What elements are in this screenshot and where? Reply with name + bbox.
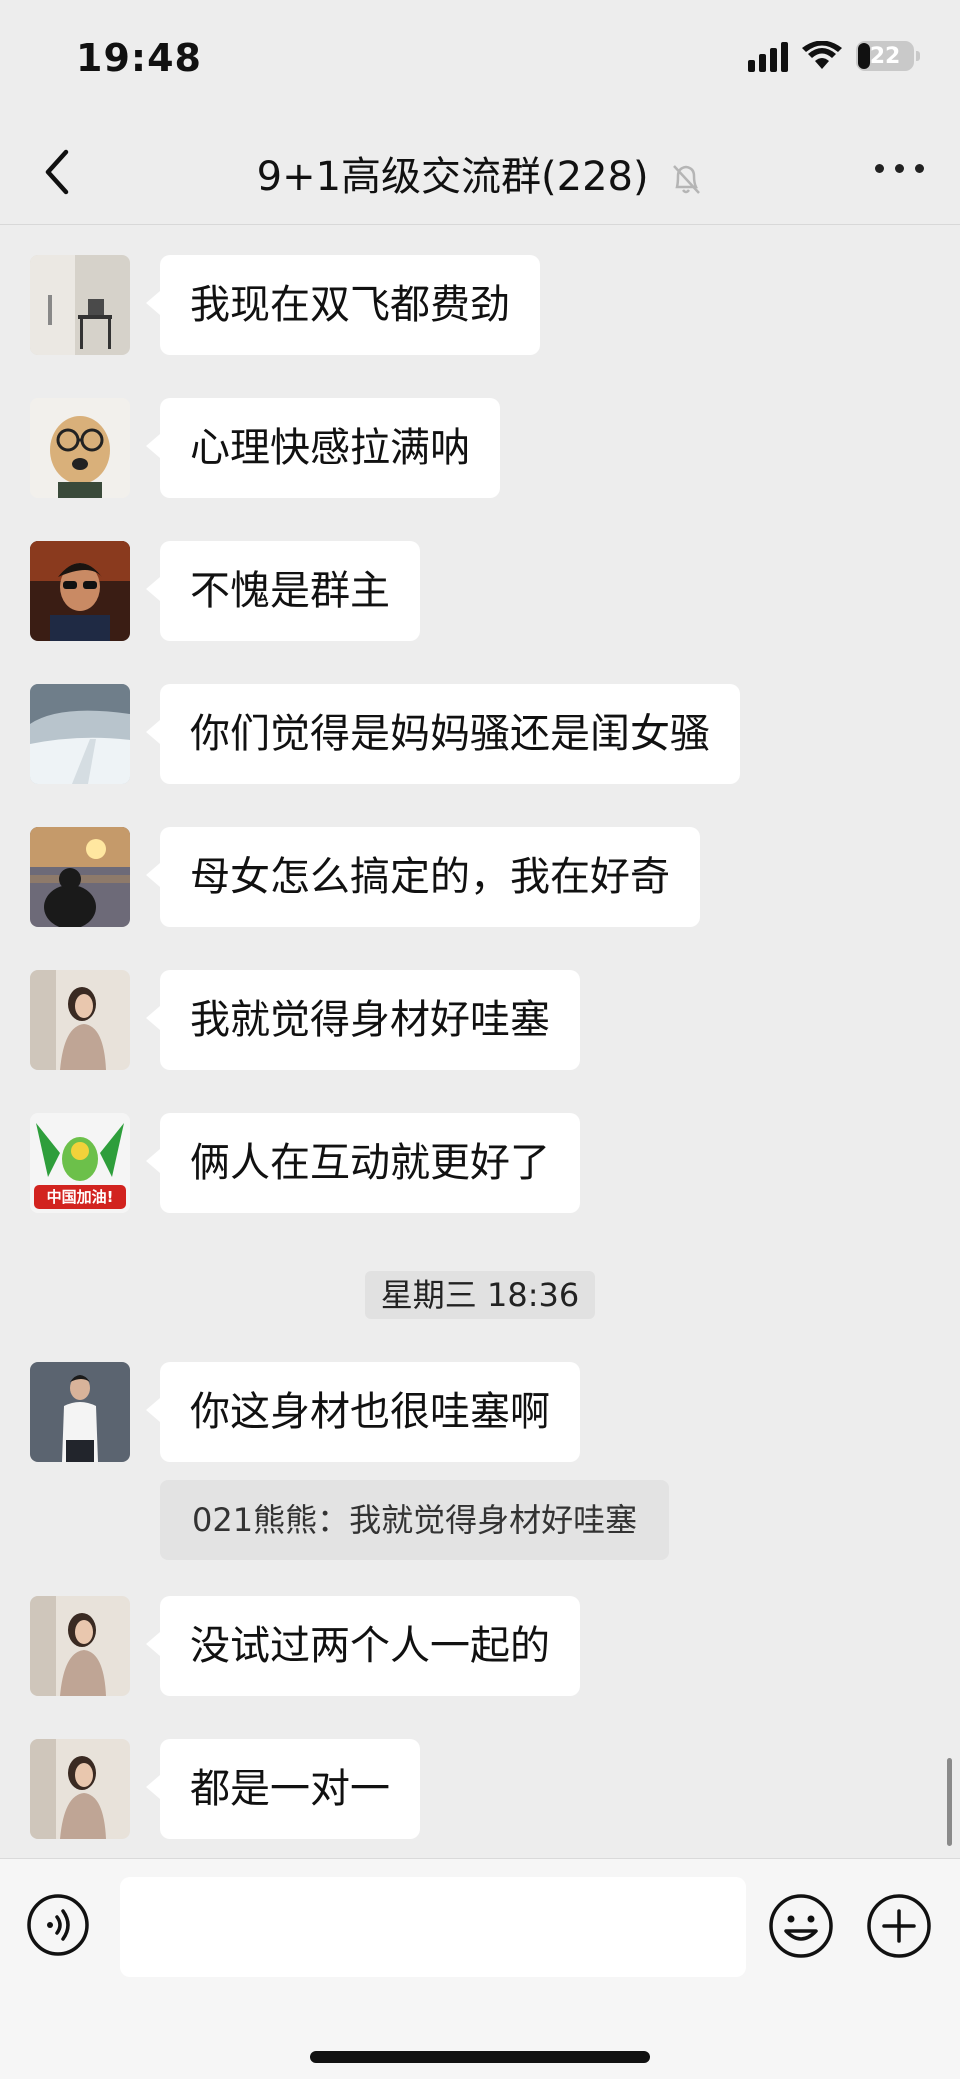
voice-icon xyxy=(27,1894,89,1956)
avatar[interactable] xyxy=(30,398,130,498)
avatar[interactable]: 中国加油! xyxy=(30,1113,130,1213)
time-divider: 星期三 18:36 xyxy=(0,1271,960,1319)
message-bubble[interactable]: 都是一对一 xyxy=(146,1739,420,1839)
message-bubble[interactable]: 我现在双飞都费劲 xyxy=(146,255,540,355)
china-cheer-avatar: 中国加油! xyxy=(30,1113,130,1213)
quoted-reply[interactable]: 021熊熊：我就觉得身材好哇塞 xyxy=(160,1480,670,1560)
more-dot xyxy=(895,164,904,173)
emoji-button[interactable] xyxy=(768,1893,834,1959)
room-lamp-avatar xyxy=(30,255,130,355)
more-button[interactable] xyxy=(875,164,924,173)
status-icons: 22 xyxy=(748,40,920,72)
message-bubble[interactable]: 母女怎么搞定的，我在好奇 xyxy=(146,827,700,927)
more-dot xyxy=(915,164,924,173)
battery-percent: 22 xyxy=(869,43,901,69)
battery-icon: 22 xyxy=(856,41,920,71)
plus-button[interactable] xyxy=(866,1893,932,1959)
avatar[interactable] xyxy=(30,255,130,355)
bell-slash-icon xyxy=(673,165,701,194)
home-indicator[interactable] xyxy=(310,2051,650,2063)
status-time: 19:48 xyxy=(76,36,202,80)
man-sunglasses-avatar xyxy=(30,541,130,641)
status-bar: 19:48 22 xyxy=(0,0,960,120)
message-bubble[interactable]: 你这身材也很哇塞啊 xyxy=(146,1362,580,1462)
man-white-shirt-avatar xyxy=(30,1362,130,1462)
battery-fill xyxy=(858,43,870,69)
message-bubble[interactable]: 不愧是群主 xyxy=(146,541,420,641)
avatar-badge-text: 中国加油! xyxy=(47,1188,114,1206)
sunset-silhouette-avatar xyxy=(30,827,130,927)
avatar[interactable] xyxy=(30,1739,130,1839)
scrollbar[interactable] xyxy=(947,1758,952,1846)
timestamp: 星期三 18:36 xyxy=(364,1271,596,1319)
input-bar xyxy=(0,1858,960,2079)
avatar[interactable] xyxy=(30,1362,130,1462)
message-bubble[interactable]: 没试过两个人一起的 xyxy=(146,1596,580,1696)
signal-icon xyxy=(748,40,788,72)
woman-portrait-avatar xyxy=(30,1739,130,1839)
message-bubble[interactable]: 你们觉得是妈妈骚还是闺女骚 xyxy=(146,684,740,784)
message-list[interactable]: 我现在双飞都费劲 心理快感拉满呐 不愧是群主 你们觉得是妈妈骚还是闺女骚 母女怎… xyxy=(0,226,960,1856)
message-bubble[interactable]: 心理快感拉满呐 xyxy=(146,398,500,498)
plus-circle-icon xyxy=(867,1894,931,1958)
message-input[interactable] xyxy=(120,1877,746,1977)
chat-title: 9+1高级交流群(228) xyxy=(256,154,649,200)
dog-glasses-avatar xyxy=(30,398,130,498)
avatar[interactable] xyxy=(30,541,130,641)
woman-portrait-avatar xyxy=(30,1596,130,1696)
chat-title-wrap[interactable]: 9+1高级交流群(228) xyxy=(0,144,960,202)
wifi-icon xyxy=(802,41,842,69)
voice-button[interactable] xyxy=(26,1893,90,1957)
avatar[interactable] xyxy=(30,827,130,927)
chat-header: 9+1高级交流群(228) xyxy=(0,120,960,225)
emoji-icon xyxy=(769,1894,833,1958)
more-dot xyxy=(875,164,884,173)
message-bubble[interactable]: 俩人在互动就更好了 xyxy=(146,1113,580,1213)
avatar[interactable] xyxy=(30,1596,130,1696)
avatar[interactable] xyxy=(30,970,130,1070)
message-bubble[interactable]: 我就觉得身材好哇塞 xyxy=(146,970,580,1070)
avatar[interactable] xyxy=(30,684,130,784)
woman-portrait-avatar xyxy=(30,970,130,1070)
snowy-road-avatar xyxy=(30,684,130,784)
